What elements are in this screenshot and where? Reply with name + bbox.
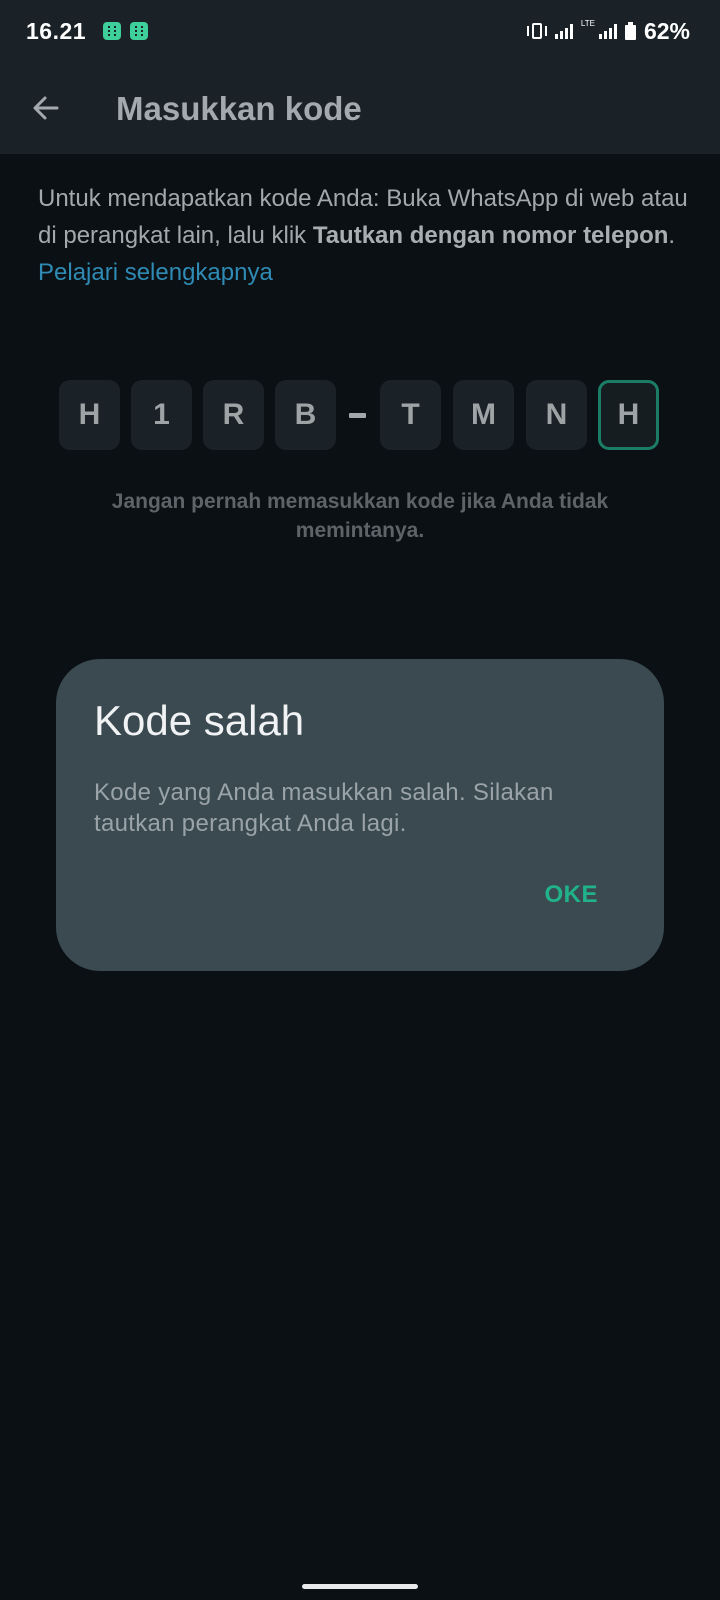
code-warning-text: Jangan pernah memasukkan kode jika Anda … bbox=[111, 490, 609, 542]
error-dialog: Kode salah Kode yang Anda masukkan salah… bbox=[56, 659, 664, 971]
battery-icon bbox=[624, 22, 636, 40]
status-time: 16.21 bbox=[26, 18, 87, 44]
arrow-left-icon bbox=[33, 96, 59, 120]
back-button[interactable] bbox=[20, 82, 72, 134]
code-box[interactable]: B bbox=[275, 380, 336, 450]
battery-percent: 62% bbox=[643, 17, 690, 44]
vibrate-icon bbox=[526, 23, 547, 39]
app-bar: Masukkan kode bbox=[0, 62, 720, 154]
status-bar: 16.21 LTE 62% bbox=[0, 0, 720, 62]
code-input[interactable]: H 1 R B T M N H bbox=[0, 380, 720, 450]
code-box[interactable]: N bbox=[526, 380, 587, 450]
home-indicator[interactable] bbox=[302, 1584, 418, 1589]
dialog-message: Kode yang Anda masukkan salah. Silakan t… bbox=[94, 779, 554, 837]
signal-icon bbox=[598, 23, 617, 39]
code-separator bbox=[349, 413, 366, 418]
app-notification-icon bbox=[103, 22, 121, 40]
page-title: Masukkan kode bbox=[116, 90, 362, 127]
status-indicators: LTE 62% bbox=[526, 17, 690, 44]
learn-more-link[interactable]: Pelajari selengkapnya bbox=[38, 259, 273, 286]
dialog-title: Kode salah bbox=[94, 697, 305, 744]
code-box[interactable]: R bbox=[203, 380, 264, 450]
code-box[interactable]: 1 bbox=[131, 380, 192, 450]
code-box[interactable]: M bbox=[453, 380, 514, 450]
instructions-part2: . bbox=[668, 222, 676, 249]
app-notification-icon bbox=[130, 22, 148, 40]
code-box[interactable]: T bbox=[380, 380, 441, 450]
ok-button[interactable]: OKE bbox=[544, 881, 598, 909]
code-box-active[interactable]: H bbox=[598, 380, 659, 450]
instructions-bold: Tautkan dengan nomor telepon bbox=[312, 222, 669, 249]
signal-icon bbox=[554, 23, 573, 39]
network-type-label: LTE bbox=[580, 19, 595, 28]
instructions-text: Untuk mendapatkan kode Anda: Buka WhatsA… bbox=[38, 180, 688, 291]
code-box[interactable]: H bbox=[59, 380, 120, 450]
